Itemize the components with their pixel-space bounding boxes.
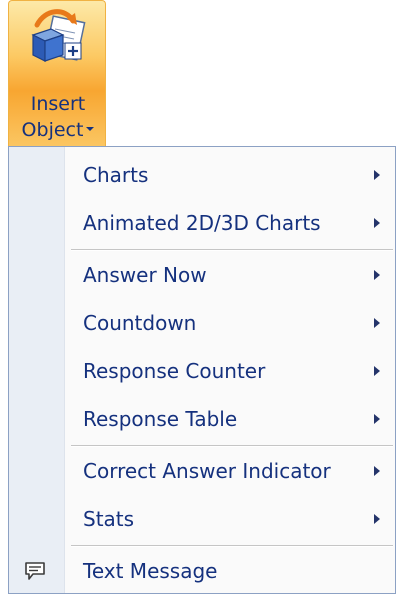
chevron-right-icon [374,414,380,424]
menu-item-response-table[interactable]: Response Table [9,397,395,441]
menu-item-label: Correct Answer Indicator [83,459,331,483]
insert-object-menu: Charts Animated 2D/3D Charts Answer Now … [8,146,396,594]
insert-object-label-line2: Object [9,119,107,141]
menu-item-label: Animated 2D/3D Charts [83,211,321,235]
chevron-right-icon [374,218,380,228]
menu-separator [71,445,393,447]
menu-item-correct-answer-indicator[interactable]: Correct Answer Indicator [9,449,395,493]
chevron-right-icon [374,514,380,524]
menu-item-charts[interactable]: Charts [9,153,395,197]
menu-item-stats[interactable]: Stats [9,497,395,541]
menu-item-label: Countdown [83,311,197,335]
text-message-icon [25,562,45,580]
menu-item-label: Text Message [83,559,218,583]
menu-item-label: Response Counter [83,359,266,383]
menu-item-label: Stats [83,507,135,531]
chevron-right-icon [374,170,380,180]
menu-item-label: Response Table [83,407,238,431]
menu-separator [71,545,393,547]
menu-separator [71,249,393,251]
menu-item-answer-now[interactable]: Answer Now [9,253,395,297]
menu-item-response-counter[interactable]: Response Counter [9,349,395,393]
chevron-down-icon [86,126,95,131]
insert-object-label-line1: Insert [30,93,86,115]
menu-item-countdown[interactable]: Countdown [9,301,395,345]
menu-item-label: Charts [83,163,149,187]
chevron-right-icon [374,270,380,280]
insert-object-button[interactable]: Insert Object [8,0,106,146]
chevron-right-icon [374,318,380,328]
menu-item-animated-charts[interactable]: Animated 2D/3D Charts [9,201,395,245]
insert-object-icon [31,9,86,62]
chevron-right-icon [374,466,380,476]
menu-item-text-message[interactable]: Text Message [9,549,395,593]
menu-item-label: Answer Now [83,263,207,287]
chevron-right-icon [374,366,380,376]
